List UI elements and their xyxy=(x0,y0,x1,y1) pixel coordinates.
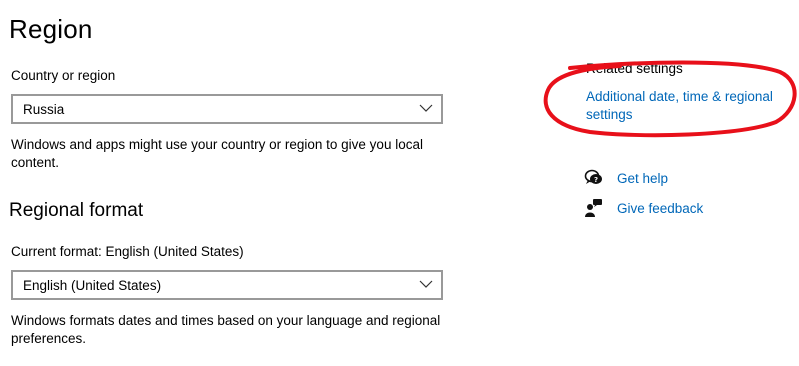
give-feedback-link[interactable]: Give feedback xyxy=(584,198,703,218)
country-region-description: Windows and apps might use your country … xyxy=(11,137,423,170)
regional-format-description: Windows formats dates and times based on… xyxy=(11,313,441,346)
feedback-person-icon xyxy=(585,199,602,217)
get-help-label: Get help xyxy=(617,170,669,186)
country-region-dropdown[interactable]: Russia xyxy=(11,94,443,124)
country-region-label: Country or region xyxy=(11,68,116,83)
svg-text:?: ? xyxy=(594,176,598,184)
regional-format-heading: Regional format xyxy=(9,200,144,221)
give-feedback-label: Give feedback xyxy=(617,200,704,216)
get-help-link[interactable]: ? Get help xyxy=(584,168,668,188)
additional-date-time-regional-settings-link[interactable]: Additional date, time & regional setting… xyxy=(586,88,786,124)
page-title: Region xyxy=(9,14,93,44)
regional-format-dropdown[interactable]: English (United States) xyxy=(11,270,443,300)
related-settings-heading: Related settings xyxy=(586,61,683,76)
current-format-label: Current format: English (United States) xyxy=(11,244,244,259)
chevron-down-icon xyxy=(419,104,433,112)
chat-help-icon: ? xyxy=(584,169,602,184)
country-region-selected-value: Russia xyxy=(23,102,65,117)
chevron-down-icon xyxy=(419,280,433,288)
regional-format-selected-value: English (United States) xyxy=(23,278,162,293)
